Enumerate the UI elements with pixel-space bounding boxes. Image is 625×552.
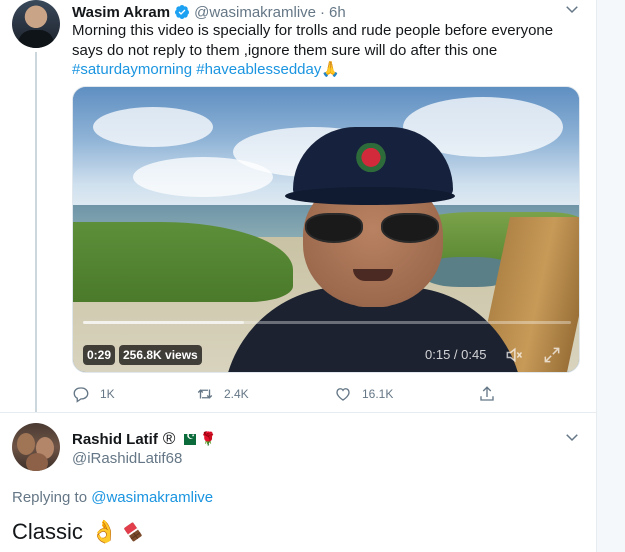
hashtag-link[interactable]: #saturdaymorning — [72, 61, 192, 78]
reply-icon — [73, 387, 89, 403]
avatar-rashid-latif[interactable] — [12, 423, 60, 471]
author-name[interactable]: Wasim Akram — [72, 4, 170, 21]
reply-author-name[interactable]: Rashid Latif — [72, 431, 158, 448]
tweet-actions: 1K 2.4K 16.1K — [72, 383, 512, 405]
video-player[interactable]: 0:29 256.8K views 0:15 / 0:45 — [72, 86, 580, 373]
ok-hand-icon: 👌 — [90, 519, 119, 544]
mute-icon[interactable] — [503, 345, 525, 365]
like-count: 16.1K — [362, 387, 394, 401]
tweet-text-line2: says do not reply to them ,ignore them s… — [72, 41, 498, 59]
chevron-down-icon[interactable] — [563, 428, 581, 446]
video-person — [223, 127, 523, 372]
hashtag-link[interactable]: #haveablessedday — [196, 61, 321, 78]
retweet-icon — [197, 389, 213, 399]
rose-icon: 🌹 — [200, 431, 217, 446]
reply-text-content: Classic — [12, 519, 83, 544]
reply-author-handle[interactable]: @iRashidLatif68 — [72, 450, 182, 467]
tweet-header: Wasim Akram @wasimakramlive · 6h — [72, 2, 346, 22]
retweet-count: 2.4K — [224, 387, 249, 401]
right-gutter — [597, 0, 625, 552]
reply-header: Rashid Latif ® 🌹 — [72, 429, 217, 449]
tweet-timestamp[interactable]: 6h — [329, 4, 346, 21]
hashtags: #saturdaymorning #haveablessedday🙏 — [72, 60, 572, 80]
like-button[interactable]: 16.1K — [334, 383, 393, 405]
video-progress-bar[interactable] — [83, 321, 571, 324]
pakistan-flag-icon — [180, 431, 197, 445]
replying-prefix: Replying to — [12, 489, 88, 506]
registered-symbol: ® — [162, 429, 176, 448]
thread-line — [35, 52, 37, 412]
tweet-wasim[interactable]: Wasim Akram @wasimakramlive · 6h Morning… — [0, 0, 597, 412]
chevron-down-icon[interactable] — [563, 0, 581, 18]
author-handle[interactable]: @wasimakramlive — [194, 4, 316, 21]
separator-dot: · — [320, 3, 326, 21]
avatar-wasim-akram[interactable] — [12, 0, 60, 48]
like-icon — [336, 388, 350, 401]
tweet-text-line1: Morning this video is specially for trol… — [72, 22, 554, 39]
video-views-badge: 256.8K views — [119, 345, 202, 365]
retweet-button[interactable]: 2.4K — [196, 383, 249, 405]
tweet-divider — [0, 412, 597, 413]
verified-badge-icon — [175, 5, 190, 19]
reply-button[interactable]: 1K — [72, 383, 115, 405]
replying-to: Replying to @wasimakramlive — [12, 489, 213, 506]
reply-text: Classic 👌 — [12, 519, 144, 545]
chocolate-bar-icon — [124, 522, 143, 542]
share-icon — [480, 386, 494, 401]
replying-mention-link[interactable]: @wasimakramlive — [91, 489, 213, 506]
reply-count: 1K — [100, 387, 115, 401]
tweet-text: Morning this video is specially for trol… — [72, 21, 572, 80]
tweet-thread: Wasim Akram @wasimakramlive · 6h Morning… — [0, 0, 597, 552]
video-duration-badge: 0:29 — [83, 345, 116, 365]
fullscreen-icon[interactable] — [541, 345, 563, 365]
folded-hands-icon: 🙏 — [321, 61, 341, 78]
video-progress-fill — [83, 321, 245, 324]
share-button[interactable] — [478, 383, 506, 405]
video-time-readout: 0:15 / 0:45 — [425, 347, 487, 362]
